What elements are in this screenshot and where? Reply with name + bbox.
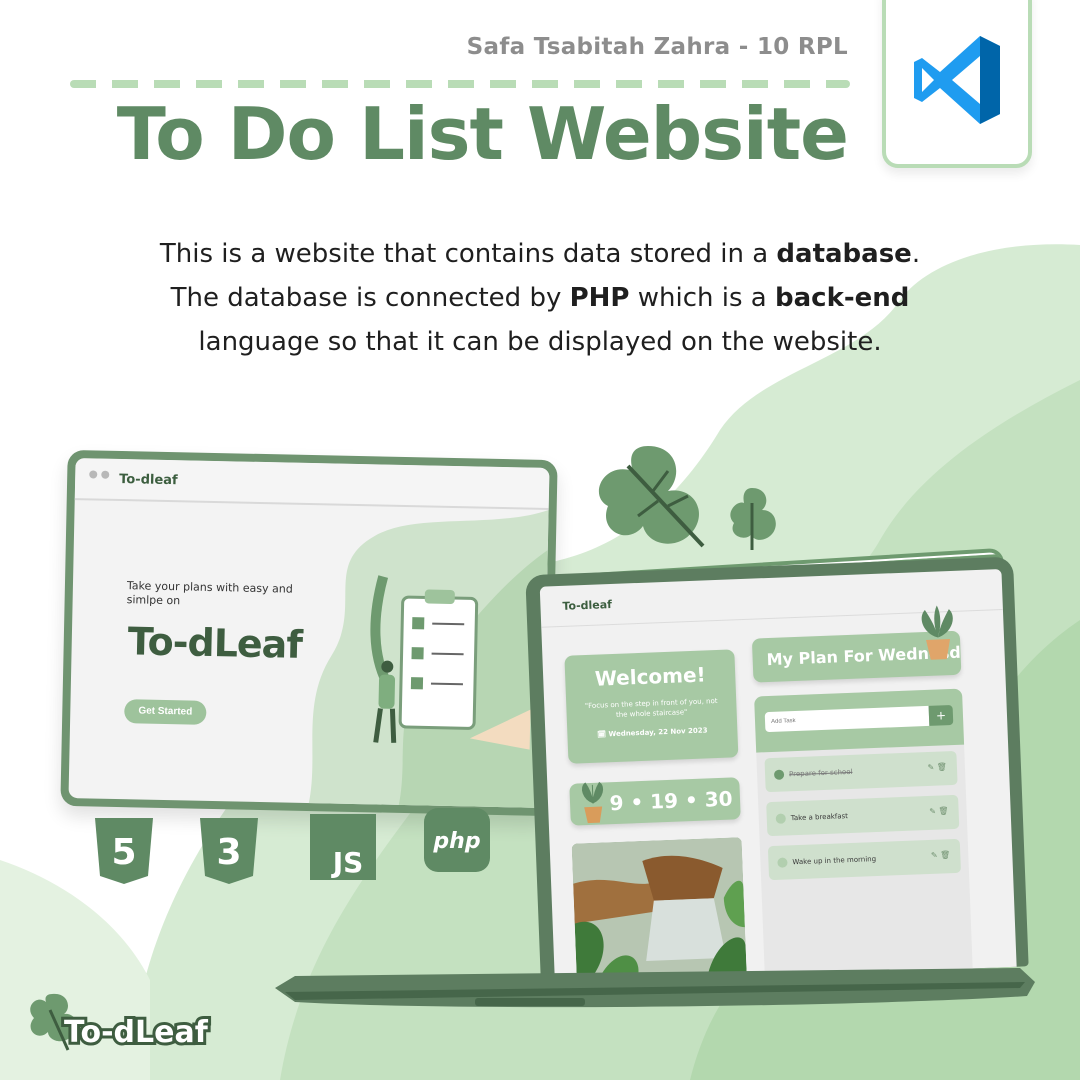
welcome-card: Welcome! "Focus on the step in front of … [564,649,739,764]
hero-tagline: Take your plans with easy and simlpe on [126,579,293,608]
window-dot-icon [89,470,98,479]
html5-icon: 5 [95,818,153,884]
add-task-input[interactable] [764,705,930,733]
edit-delete-icons[interactable]: ✎ 🗑 [929,806,949,816]
nature-photo [571,837,747,984]
add-task-button[interactable]: + [928,704,954,726]
author-name: Safa Tsabitah Zahra - 10 RPL [466,34,848,60]
page-title: To Do List Website [116,92,849,176]
svg-text:JS: JS [331,846,364,879]
laptop-screen: To-dleaf Welcome! "Focus on the step in … [525,556,1029,985]
edit-delete-icons[interactable]: ✎ 🗑 [931,850,951,860]
edit-delete-icons[interactable]: ✎ 🗑 [927,762,947,772]
clock-time: 9 • 19 • 30 [609,786,733,816]
welcome-quote: "Focus on the step in front of you, not … [584,697,718,719]
app-logo: To-dleaf [562,598,613,613]
checkbox-icon[interactable] [777,857,788,868]
svg-text:5: 5 [111,832,136,873]
task-panel: + Prepare for school ✎ 🗑 Take a breakfas… [754,688,974,985]
waterfall-photo [571,837,747,984]
javascript-icon: JS [310,814,376,880]
checkbox-checked-icon[interactable] [773,769,785,780]
svg-text:php: php [432,829,480,854]
task-label: Prepare for school [788,767,853,779]
vscode-badge [882,0,1032,168]
clock-card: 9 • 19 • 30 [569,777,741,826]
laptop-base [275,968,1035,1008]
checkbox-icon[interactable] [775,813,786,824]
svg-text:3: 3 [216,832,241,873]
window-dot-icon [101,470,110,479]
welcome-title: Welcome! [594,662,707,691]
potted-plant-icon [581,781,604,824]
css3-icon: 3 [200,818,258,884]
task-label: Wake up in the morning [792,855,877,867]
dashed-divider [70,80,850,88]
description: This is a website that contains data sto… [159,239,921,357]
svg-text:To-dLeaf: To-dLeaf [64,1015,209,1050]
leaf-large-icon [598,446,705,548]
potted-plant-icon [921,605,953,660]
task-item[interactable]: Prepare for school ✎ 🗑 [764,750,958,793]
welcome-date: 🗓 Wednesday, 22 Nov 2023 [597,726,708,739]
vscode-icon [914,36,1000,124]
task-item[interactable]: Take a breakfast ✎ 🗑 [766,794,960,837]
task-label: Take a breakfast [790,812,849,823]
todleaf-footer-logo: To-dLeaf [30,993,212,1053]
php-icon: php [424,808,490,872]
get-started-button[interactable]: Get Started [124,699,207,725]
browser-mockup: To-dleaf Take your plans with easy and s… [60,449,558,817]
hero-brand: To-dLeaf [127,619,303,667]
browser-logo: To-dleaf [119,471,178,489]
task-item[interactable]: Wake up in the morning ✎ 🗑 [767,838,962,881]
